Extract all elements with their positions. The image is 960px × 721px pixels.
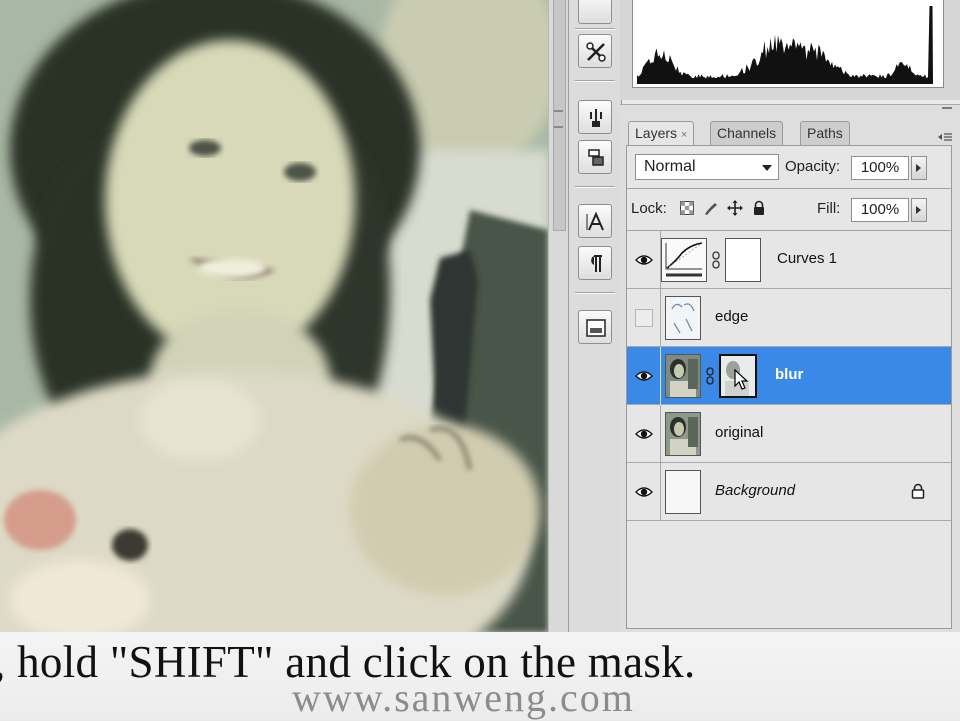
histogram-graph bbox=[637, 6, 933, 84]
panel-collapse-icon[interactable] bbox=[942, 107, 952, 112]
tool-button-brush-presets[interactable] bbox=[578, 100, 612, 134]
layer-thumbnail[interactable] bbox=[665, 412, 701, 456]
eye-icon[interactable] bbox=[635, 483, 653, 501]
brush-presets-icon bbox=[590, 109, 602, 127]
eye-icon[interactable] bbox=[635, 425, 653, 443]
photo-image bbox=[0, 0, 548, 632]
layer-comps-icon bbox=[586, 319, 606, 337]
tool-separator bbox=[575, 292, 615, 294]
layer-name: Background bbox=[715, 482, 796, 499]
tool-button-top[interactable] bbox=[578, 0, 612, 24]
tool-strip bbox=[568, 0, 622, 632]
layers-panel: Layers × Channels Paths Normal Opacity: 1… bbox=[620, 104, 960, 633]
character-icon bbox=[586, 211, 604, 231]
document-canvas[interactable] bbox=[0, 0, 548, 632]
histogram-panel bbox=[620, 0, 960, 100]
tab-close-icon[interactable]: × bbox=[681, 129, 687, 141]
tab-layers-label: Layers bbox=[635, 125, 678, 141]
layer-mask-thumbnail[interactable] bbox=[725, 238, 761, 282]
curves-adjustment-icon[interactable] bbox=[661, 238, 707, 282]
blend-mode-select[interactable]: Normal bbox=[635, 154, 779, 180]
lock-image-pixels-icon[interactable] bbox=[703, 200, 719, 216]
vertical-scrollbar[interactable] bbox=[548, 0, 569, 632]
chain-link-icon[interactable] bbox=[705, 367, 715, 385]
lock-label: Lock: bbox=[631, 200, 667, 217]
lock-position-icon[interactable] bbox=[727, 200, 743, 216]
tool-button-character[interactable] bbox=[578, 204, 612, 238]
lock-icon bbox=[911, 483, 925, 499]
opacity-field[interactable]: 100% bbox=[851, 156, 909, 180]
tool-button-clone-source[interactable] bbox=[578, 140, 612, 174]
tool-button-paragraph[interactable] bbox=[578, 246, 612, 280]
tool-separator bbox=[575, 186, 615, 188]
tab-layers[interactable]: Layers × bbox=[628, 121, 695, 146]
chevron-down-icon bbox=[762, 165, 772, 171]
layer-row-edge[interactable]: edge bbox=[627, 289, 951, 347]
panel-grip-icon[interactable] bbox=[554, 110, 563, 128]
divider bbox=[627, 188, 951, 189]
lock-all-icon[interactable] bbox=[751, 200, 767, 216]
histogram-curve bbox=[637, 6, 933, 84]
divider bbox=[660, 289, 661, 347]
layer-row-original[interactable]: original bbox=[627, 405, 951, 463]
layer-name: original bbox=[715, 424, 764, 441]
tool-button-layer-comps[interactable] bbox=[578, 310, 612, 344]
fill-field[interactable]: 100% bbox=[851, 198, 909, 222]
layer-name: edge bbox=[715, 308, 749, 325]
panel-menu-icon[interactable] bbox=[936, 131, 954, 143]
tool-separator bbox=[575, 80, 615, 82]
fill-stepper[interactable] bbox=[911, 198, 927, 222]
layer-thumbnail[interactable] bbox=[665, 470, 701, 514]
divider bbox=[660, 347, 661, 405]
divider bbox=[660, 405, 661, 463]
histogram-display bbox=[632, 0, 944, 88]
layers-panel-body: Normal Opacity: 100% Lock: Fill: 100% Cu… bbox=[626, 145, 952, 629]
layer-thumbnail[interactable] bbox=[665, 296, 701, 340]
layer-row-background[interactable]: Background bbox=[627, 463, 951, 521]
blend-mode-value: Normal bbox=[644, 158, 696, 175]
chain-link-icon[interactable] bbox=[711, 251, 721, 269]
tools-icon bbox=[586, 42, 606, 62]
paragraph-icon bbox=[591, 255, 602, 272]
layer-name: Curves 1 bbox=[777, 250, 838, 267]
eye-icon[interactable] bbox=[635, 367, 653, 385]
layer-row-blur[interactable]: blur bbox=[627, 347, 951, 405]
tool-button-tools[interactable] bbox=[578, 34, 612, 68]
tab-paths-label: Paths bbox=[807, 125, 843, 141]
visibility-toggle-empty[interactable] bbox=[635, 309, 653, 327]
divider bbox=[660, 463, 661, 521]
opacity-label: Opacity: bbox=[785, 158, 841, 175]
layer-name: blur bbox=[775, 366, 804, 383]
layer-row-curves-1[interactable]: Curves 1 bbox=[627, 231, 951, 289]
clone-source-icon bbox=[588, 149, 604, 166]
watermark-text: www.sanweng.com bbox=[292, 675, 635, 720]
lock-transparent-pixels-icon[interactable] bbox=[679, 200, 695, 216]
eye-icon[interactable] bbox=[635, 251, 653, 269]
layer-mask-thumbnail[interactable] bbox=[719, 354, 757, 398]
opacity-stepper[interactable] bbox=[911, 156, 927, 180]
tool-separator bbox=[575, 28, 615, 30]
tab-channels-label: Channels bbox=[717, 125, 777, 141]
tab-paths[interactable]: Paths bbox=[800, 121, 850, 145]
tab-channels[interactable]: Channels bbox=[710, 121, 784, 145]
fill-label: Fill: bbox=[817, 200, 841, 217]
caption-bar: , hold "SHIFT" and click on the mask. ww… bbox=[0, 632, 960, 720]
layer-thumbnail[interactable] bbox=[665, 354, 701, 398]
